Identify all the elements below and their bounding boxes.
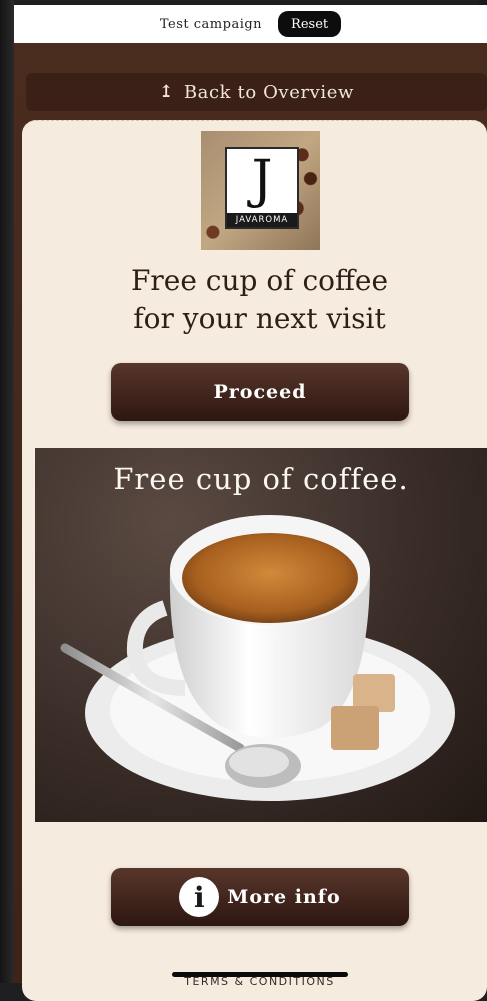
offer-headline: Free cup of coffee for your next visit [22, 262, 487, 338]
headline-line-1: Free cup of coffee [130, 264, 389, 297]
home-indicator [172, 972, 348, 977]
coffee-hero-image: Free cup of coffee. [35, 448, 487, 822]
logo-tile: J JAVAROMA [225, 147, 299, 229]
headline-line-2: for your next visit [133, 302, 386, 335]
more-info-button[interactable]: i More info [111, 868, 409, 926]
device-frame-left [0, 0, 14, 983]
javaroma-logo: J JAVAROMA [201, 131, 320, 250]
back-to-overview-label: Back to Overview [183, 81, 355, 103]
campaign-top-bar: Test campaign Reset [14, 5, 487, 43]
hero-title: Free cup of coffee. [113, 462, 409, 496]
upload-arrow-icon: ↥ [158, 81, 174, 102]
info-icon: i [179, 877, 220, 917]
logo-brand-text: JAVAROMA [227, 213, 297, 227]
campaign-label: Test campaign [159, 16, 263, 32]
proceed-button[interactable]: Proceed [111, 363, 409, 421]
back-to-overview-button[interactable]: ↥ Back to Overview [26, 73, 487, 111]
coffee-cup-illustration [60, 515, 455, 801]
reset-button[interactable]: Reset [278, 11, 342, 37]
more-info-label: More info [227, 886, 341, 908]
logo-letter: J [251, 150, 273, 210]
